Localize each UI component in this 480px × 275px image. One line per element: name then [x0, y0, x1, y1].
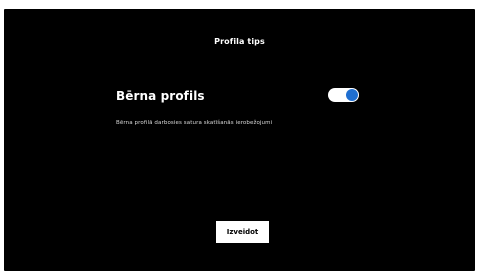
- child-profile-toggle[interactable]: [328, 88, 359, 102]
- toggle-knob: [346, 89, 358, 101]
- child-profile-description: Bērna profilā darbosies satura skatīšanā…: [116, 120, 273, 126]
- create-button[interactable]: Izveidot: [216, 221, 269, 243]
- page-title: Profila tips: [214, 37, 265, 46]
- child-profile-label: Bērna profils: [116, 89, 205, 103]
- tv-screen: Profila tips Bērna profils Bērna profilā…: [4, 9, 475, 271]
